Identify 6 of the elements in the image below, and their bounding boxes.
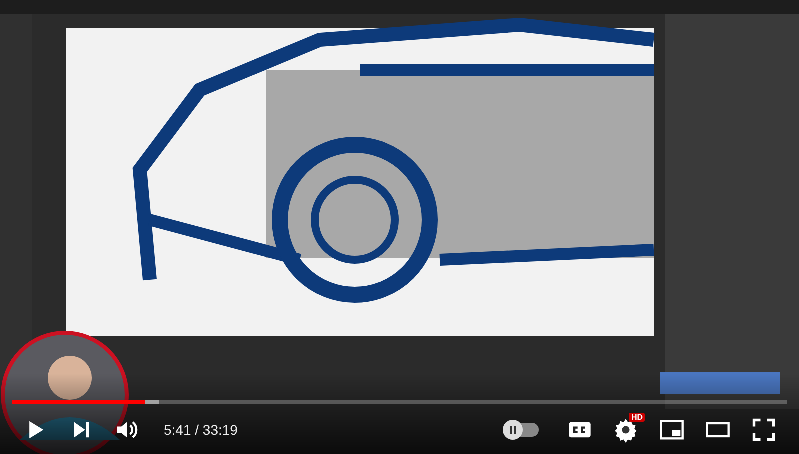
settings-button[interactable]: HD	[609, 413, 643, 447]
quality-badge: HD	[629, 413, 645, 422]
fullscreen-icon	[751, 417, 777, 443]
autoplay-toggle[interactable]	[503, 423, 539, 437]
pause-icon	[508, 425, 518, 435]
time-display: 5:41 / 33:19	[164, 422, 238, 438]
